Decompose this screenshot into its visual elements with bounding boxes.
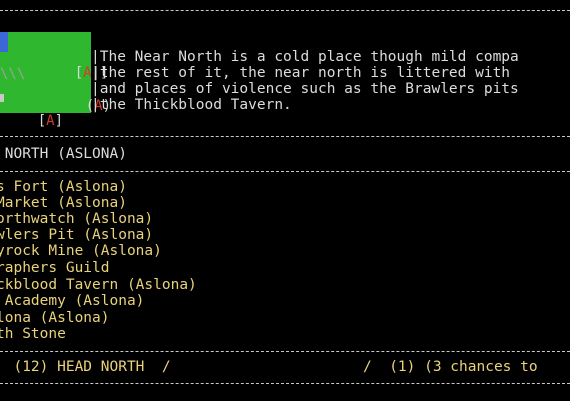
map-hatch-glyph: \\\: [0, 66, 26, 82]
status-bar-right: / (1) (3 chances to: [363, 359, 538, 375]
location-item[interactable]: th Stone: [0, 326, 66, 342]
section-divider: [0, 171, 570, 172]
map-row-3: [A]: [4, 97, 63, 145]
area-header: NORTH (ASLONA): [0, 146, 127, 162]
map-bracket: ]: [54, 113, 64, 129]
location-item[interactable]: Market (Aslona): [0, 195, 127, 211]
location-item[interactable]: s Fort (Aslona): [0, 179, 127, 195]
description-line: |The Near North is a cold place though m…: [91, 49, 519, 65]
bottom-divider: [0, 383, 570, 384]
map-bracket: [: [37, 113, 47, 129]
map-water-tile: [0, 32, 8, 52]
section-divider: [0, 351, 570, 352]
map-bracket: [: [74, 65, 84, 81]
location-item[interactable]: Academy (Aslona): [0, 293, 145, 309]
description-line: |the Thickblood Tavern.: [91, 97, 292, 113]
location-item[interactable]: ckblood Tavern (Aslona): [0, 277, 197, 293]
location-item[interactable]: wlers Pit (Aslona): [0, 227, 153, 243]
location-item[interactable]: raphers Guild: [0, 260, 110, 276]
description-line: |the rest of it, the near north is litte…: [91, 65, 519, 81]
location-item[interactable]: lona (Aslona): [0, 310, 110, 326]
section-divider: [0, 136, 570, 137]
mini-map: [A|] \\\ (A) [A]: [0, 32, 111, 129]
location-item[interactable]: yrock Mine (Aslona): [0, 243, 162, 259]
status-bar-left: (12) HEAD NORTH /: [0, 359, 171, 375]
top-divider: [0, 10, 570, 11]
map-marker: A: [46, 113, 55, 129]
location-item[interactable]: orthwatch (Aslona): [0, 211, 153, 227]
description-line: |and places of violence such as the Braw…: [91, 81, 519, 97]
